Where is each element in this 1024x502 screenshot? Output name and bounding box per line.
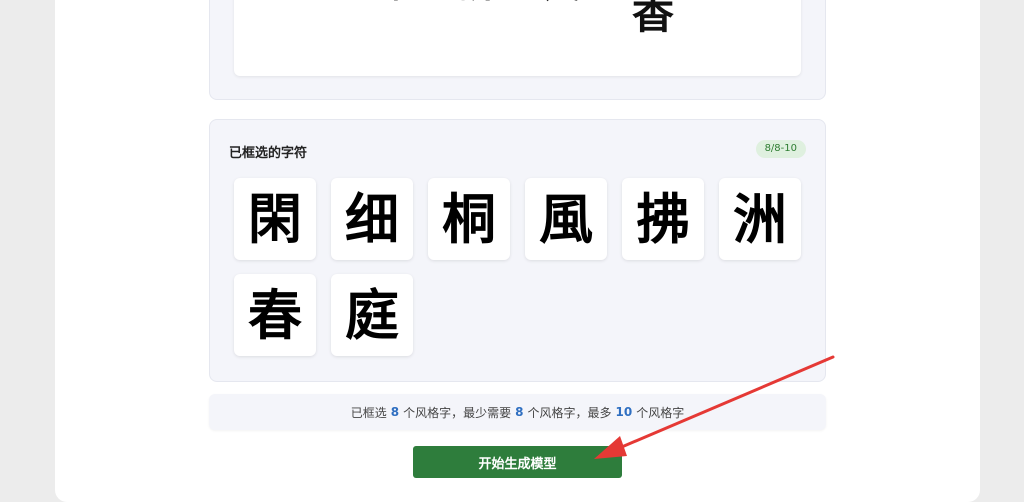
preview-panel: 草 拂 风 香 (209, 0, 826, 100)
min-count: 8 (515, 405, 524, 419)
selected-characters-panel: 已框选的字符 8/8-10 閑 细 桐 風 拂 洲 春 庭 (209, 119, 826, 382)
character-glyph: 庭 (345, 283, 399, 347)
character-tile[interactable]: 桐 (428, 178, 510, 260)
character-tile[interactable]: 洲 (719, 178, 801, 260)
character-glyph: 春 (248, 283, 302, 347)
preview-glyph: 香 (632, 0, 675, 38)
character-glyph: 细 (345, 187, 399, 251)
character-glyph: 洲 (733, 187, 787, 251)
character-glyph: 閑 (248, 187, 302, 251)
start-generate-model-button[interactable]: 开始生成模型 (413, 446, 622, 478)
character-glyph: 風 (539, 187, 593, 251)
character-glyph: 拂 (636, 187, 690, 251)
info-text: 个风格字，最少需要 (403, 405, 512, 420)
character-glyph: 桐 (442, 187, 496, 251)
preview-glyph: 风 (544, 0, 580, 3)
preview-canvas: 草 拂 风 香 (234, 0, 801, 76)
character-tile[interactable]: 春 (234, 274, 316, 356)
info-text: 个风格字 (636, 405, 685, 420)
selected-count: 8 (390, 405, 400, 419)
character-tile[interactable]: 閑 (234, 178, 316, 260)
count-badge: 8/8-10 (755, 140, 806, 158)
info-text: 个风格字，最多 (527, 405, 612, 420)
selection-info-bar: 已框选 8 个风格字，最少需要 8 个风格字，最多 10 个风格字 (209, 394, 826, 430)
character-tile[interactable]: 庭 (331, 274, 413, 356)
character-tile[interactable]: 细 (331, 178, 413, 260)
preview-glyph: 草 (379, 0, 413, 3)
max-count: 10 (615, 405, 633, 419)
character-tile[interactable]: 拂 (622, 178, 704, 260)
character-tile[interactable]: 風 (525, 178, 607, 260)
info-text: 已框选 (350, 405, 387, 420)
selected-characters-title: 已框选的字符 (229, 146, 308, 161)
preview-glyph: 拂 (459, 0, 499, 3)
